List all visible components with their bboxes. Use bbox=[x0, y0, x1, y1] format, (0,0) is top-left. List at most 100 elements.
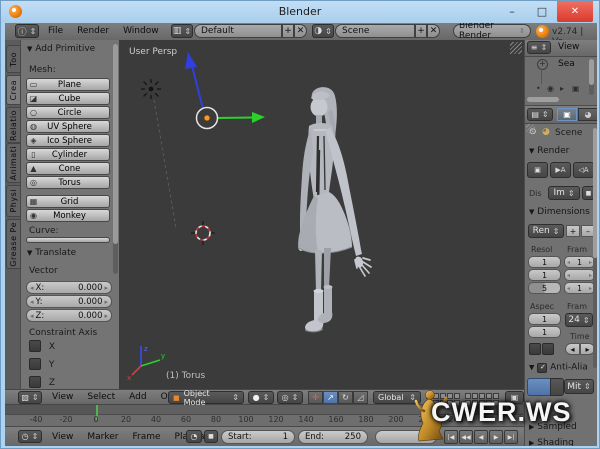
render-action-button[interactable]: ◁A bbox=[573, 162, 594, 178]
layer-toggle[interactable] bbox=[472, 393, 478, 399]
layer-toggle[interactable] bbox=[433, 393, 439, 399]
topbar-menu-item[interactable]: Window bbox=[116, 23, 166, 40]
render-engine-select[interactable]: Blender Render⇕ bbox=[453, 24, 531, 38]
pivot-point-select[interactable]: ◎⇕ bbox=[277, 391, 303, 404]
frame-range-field[interactable]: ◂ 1 ▸ bbox=[564, 256, 595, 268]
character-model[interactable] bbox=[298, 87, 371, 332]
start-frame-field[interactable]: Start: 1 bbox=[221, 430, 295, 444]
lock-button[interactable]: ■ bbox=[204, 430, 218, 443]
resolution-field[interactable]: 1 bbox=[528, 256, 561, 268]
editor-type-3dview-button[interactable]: ▧⇕ bbox=[18, 391, 42, 404]
view3d-menu-item[interactable]: Select bbox=[80, 389, 122, 406]
area-corner-widget[interactable] bbox=[526, 124, 535, 133]
playback-button[interactable]: |◀ bbox=[444, 430, 458, 444]
area-corner-widget[interactable] bbox=[510, 42, 522, 54]
toolshelf-scrollbar[interactable] bbox=[113, 44, 118, 274]
add-scene-button[interactable]: + bbox=[415, 24, 427, 38]
mesh-add-button[interactable]: ▭ Plane bbox=[26, 78, 110, 91]
mesh-add-button[interactable]: ◎ Torus bbox=[26, 176, 110, 189]
mesh-add-button[interactable]: ◈ Ico Sphere bbox=[26, 134, 110, 147]
end-frame-field[interactable]: End: 250 bbox=[298, 430, 368, 444]
lamp-object[interactable] bbox=[141, 79, 161, 99]
topbar-menu-item[interactable]: File bbox=[41, 23, 70, 40]
timeline-ruler[interactable]: -40-20020406080100120140160180200220240 bbox=[5, 405, 524, 426]
axis-checkbox-row[interactable]: Y bbox=[29, 358, 55, 370]
translate-panel-header[interactable]: ▼ Translate bbox=[27, 248, 76, 258]
outliner-menu-item[interactable]: View bbox=[553, 39, 584, 56]
editor-type-properties-button[interactable]: ▤⇕ bbox=[527, 108, 553, 121]
auto-keyframe-button[interactable]: ◔ bbox=[186, 430, 202, 443]
renderability-camera-icon[interactable]: ▣ bbox=[572, 84, 580, 93]
sampled-panel-header[interactable]: ▶ Sampled bbox=[529, 422, 577, 432]
toolshelf-tab[interactable]: Crea bbox=[6, 75, 21, 105]
scene-name-field[interactable]: Scene bbox=[335, 24, 415, 38]
checkbox-icon[interactable] bbox=[29, 340, 41, 352]
display-mode-select[interactable]: Im⇕ bbox=[548, 186, 580, 200]
transform-manipulator[interactable] bbox=[185, 52, 265, 129]
antialiasing-panel-header[interactable]: ▼ ✓ Anti-Alia bbox=[529, 362, 588, 373]
render-action-button[interactable]: ▶A bbox=[550, 162, 571, 178]
increment-icon[interactable]: ▸ bbox=[104, 284, 108, 292]
playback-button[interactable]: ▶ bbox=[489, 430, 503, 444]
resolution-percentage-slider[interactable]: 5 bbox=[528, 282, 561, 294]
toolshelf-tab[interactable]: Physi bbox=[6, 185, 21, 217]
timeline-menu-item[interactable]: View bbox=[45, 429, 80, 446]
layer-toggle[interactable] bbox=[465, 393, 471, 399]
decrement-icon[interactable]: ◂ bbox=[30, 298, 34, 306]
toolshelf-tab[interactable]: Relatio bbox=[6, 107, 21, 143]
resolution-field[interactable]: 1 bbox=[528, 269, 561, 281]
checkbox-icon[interactable] bbox=[29, 376, 41, 388]
minimize-button[interactable]: – bbox=[499, 1, 525, 22]
aspect-field[interactable]: 1 bbox=[528, 326, 561, 338]
mesh-add-button[interactable]: ▦ Grid bbox=[26, 195, 110, 208]
layer-toggle[interactable] bbox=[493, 393, 499, 399]
axis-checkbox-row[interactable]: X bbox=[29, 340, 55, 352]
vector-number-field[interactable]: ◂ Y: 0.000 ▸ bbox=[26, 295, 112, 308]
topbar-menu-item[interactable]: Render bbox=[70, 23, 116, 40]
crop-checkbox[interactable] bbox=[542, 343, 554, 355]
increment-icon[interactable]: ▸ bbox=[104, 312, 108, 320]
3d-cursor[interactable] bbox=[191, 221, 215, 245]
tab-scene[interactable]: ◕ bbox=[578, 108, 597, 121]
aspect-field[interactable]: 1 bbox=[528, 313, 561, 325]
manipulator-axes-button[interactable]: ✛ bbox=[308, 391, 323, 404]
current-frame-field[interactable]: 1 bbox=[375, 430, 437, 444]
transform-orientation-select[interactable]: Global⇕ bbox=[373, 391, 421, 404]
mesh-add-button[interactable]: ◪ Cube bbox=[26, 92, 110, 105]
timeline-menu-item[interactable]: Marker bbox=[80, 429, 125, 446]
delete-scene-button[interactable]: ✕ bbox=[427, 24, 440, 38]
aa-samples-5-button[interactable] bbox=[527, 378, 551, 396]
viewport-shading-select[interactable]: ●⇕ bbox=[248, 391, 274, 404]
vector-number-field[interactable]: ◂ Z: 0.000 ▸ bbox=[26, 309, 112, 322]
layout-selector-icon-button[interactable]: ▥⇕ bbox=[171, 24, 193, 38]
mesh-add-button[interactable]: ◍ UV Sphere bbox=[26, 120, 110, 133]
delete-layout-button[interactable]: ✕ bbox=[294, 24, 307, 38]
visibility-eye-icon[interactable]: ◉ bbox=[547, 84, 554, 93]
timeline-menu-item[interactable]: Frame bbox=[125, 429, 167, 446]
playback-button[interactable]: ▶| bbox=[504, 430, 518, 444]
manipulator-rotate-button[interactable]: ↻ bbox=[338, 391, 353, 404]
render-presets-select[interactable]: Ren⇕ bbox=[528, 224, 564, 238]
add-preset-button[interactable]: + bbox=[566, 225, 580, 237]
decrement-icon[interactable]: ◂ bbox=[567, 259, 570, 266]
maximize-button[interactable]: □ bbox=[529, 1, 555, 22]
frame-rate-select[interactable]: 24⇕ bbox=[565, 313, 593, 327]
time-remap-old-button[interactable]: ◂ bbox=[565, 343, 580, 355]
mesh-add-button[interactable]: ▲ Cone bbox=[26, 162, 110, 175]
increment-icon[interactable]: ▸ bbox=[589, 272, 592, 279]
outliner-expand-button[interactable]: + bbox=[537, 59, 548, 70]
outliner-hscrollbar[interactable] bbox=[527, 97, 559, 102]
layer-toggle[interactable] bbox=[479, 393, 485, 399]
vector-number-field[interactable]: ◂ X: 0.000 ▸ bbox=[26, 281, 112, 294]
layer-toggle[interactable] bbox=[426, 393, 432, 399]
aa-filter-select[interactable]: Mit⇕ bbox=[564, 379, 594, 394]
increment-icon[interactable]: ▸ bbox=[104, 298, 108, 306]
layer-toggle[interactable] bbox=[440, 393, 446, 399]
close-button[interactable]: ✕ bbox=[557, 1, 593, 22]
frame-range-field[interactable]: ◂ ▸ bbox=[564, 269, 595, 281]
toolshelf-tab[interactable]: Too bbox=[6, 45, 21, 73]
outliner-menu-item[interactable]: Sea bbox=[553, 56, 580, 73]
axis-checkbox-row[interactable]: Z bbox=[29, 376, 55, 388]
editor-type-timeline-button[interactable]: ◷⇕ bbox=[18, 430, 42, 443]
tab-render[interactable]: ▣ bbox=[557, 108, 577, 121]
